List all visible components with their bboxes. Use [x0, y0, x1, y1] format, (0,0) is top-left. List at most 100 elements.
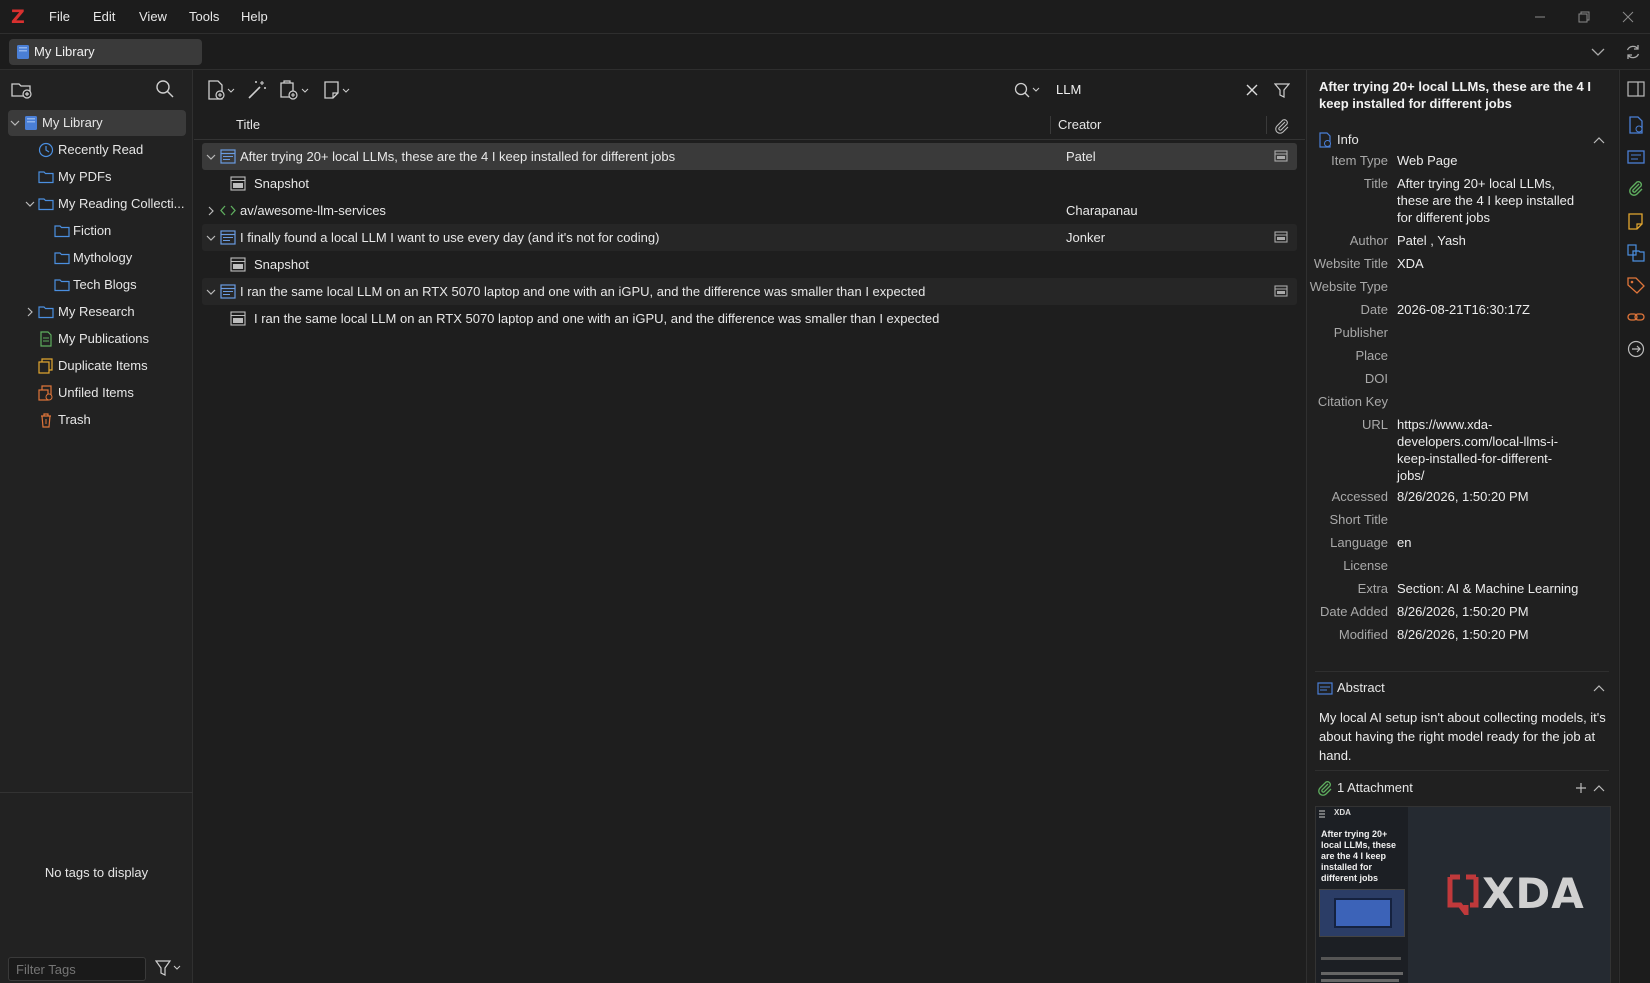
- collection-label: Trash: [58, 412, 91, 427]
- chevron-down-icon[interactable]: [206, 233, 216, 243]
- column-header: Title Creator: [194, 110, 1305, 140]
- chevron-down-icon[interactable]: [10, 118, 20, 128]
- table-row[interactable]: Snapshot: [202, 251, 1297, 278]
- close-window-icon[interactable]: [1618, 7, 1638, 27]
- table-row[interactable]: I ran the same local LLM on an RTX 5070 …: [202, 278, 1297, 305]
- field-extra[interactable]: Section: AI & Machine Learning: [1397, 580, 1597, 597]
- sync-icon[interactable]: [1624, 43, 1642, 61]
- collection-recently-read[interactable]: Recently Read: [0, 137, 186, 163]
- item-title: I ran the same local LLM on an RTX 5070 …: [240, 284, 926, 299]
- field-accessed[interactable]: 8/26/2026, 1:50:20 PM: [1397, 488, 1597, 505]
- clear-search-icon[interactable]: [1246, 84, 1258, 96]
- table-row[interactable]: I finally found a local LLM I want to us…: [202, 224, 1297, 251]
- new-note-icon[interactable]: [322, 79, 352, 101]
- field-date[interactable]: 2026-08-21T16:30:17Z: [1397, 301, 1597, 318]
- section-divider: [1315, 770, 1609, 771]
- add-icon[interactable]: [1575, 782, 1587, 794]
- snapshot-attachment-icon[interactable]: [1274, 230, 1288, 244]
- chevron-down-icon[interactable]: [25, 199, 35, 209]
- field-item-type[interactable]: Web Page: [1397, 152, 1597, 169]
- collection-tech-blogs[interactable]: Tech Blogs: [0, 272, 186, 298]
- add-attachment-icon[interactable]: [278, 79, 310, 101]
- magic-wand-icon[interactable]: [246, 79, 268, 101]
- field-url[interactable]: https://www.xda-developers.com/local-llm…: [1397, 416, 1567, 484]
- collection-unfiled-items[interactable]: Unfiled Items: [0, 380, 186, 406]
- toggle-pane-icon[interactable]: [1627, 80, 1645, 98]
- column-divider[interactable]: [1266, 116, 1267, 134]
- collection-my-pdfs[interactable]: My PDFs: [0, 164, 186, 190]
- snapshot-attachment-icon[interactable]: [1274, 284, 1288, 298]
- chevron-down-icon[interactable]: [206, 287, 216, 297]
- minimize-icon[interactable]: [1530, 7, 1550, 27]
- table-row[interactable]: av/awesome-llm-services Charapanau: [202, 197, 1297, 224]
- collection-fiction[interactable]: Fiction: [0, 218, 186, 244]
- info-nav-icon[interactable]: [1627, 116, 1645, 134]
- abstract-text[interactable]: My local AI setup isn't about collecting…: [1319, 708, 1609, 765]
- filter-icon[interactable]: [1274, 82, 1290, 98]
- table-row[interactable]: After trying 20+ local LLMs, these are t…: [202, 143, 1297, 170]
- field-title[interactable]: After trying 20+ local LLMs, these are t…: [1397, 175, 1577, 226]
- publications-icon: [38, 331, 54, 347]
- chevron-up-icon[interactable]: [1593, 683, 1605, 693]
- attachments-nav-icon[interactable]: [1627, 180, 1645, 198]
- chevron-up-icon[interactable]: [1593, 783, 1605, 793]
- collection-my-research[interactable]: My Research: [0, 299, 186, 325]
- attachments-section-header[interactable]: 1 Attachment: [1315, 776, 1607, 800]
- search-collections-icon[interactable]: [155, 79, 175, 99]
- collection-my-publications[interactable]: My Publications: [0, 326, 186, 352]
- notes-nav-icon[interactable]: [1627, 212, 1645, 230]
- preview-image: [1319, 889, 1405, 937]
- field-language[interactable]: en: [1397, 534, 1597, 551]
- filter-tags-input[interactable]: [8, 957, 146, 981]
- field-website-title[interactable]: XDA: [1397, 255, 1597, 272]
- libraries-collections-icon[interactable]: [1627, 244, 1645, 262]
- menu-help[interactable]: Help: [241, 0, 268, 34]
- menu-view[interactable]: View: [139, 0, 167, 34]
- restore-icon[interactable]: [1574, 7, 1594, 27]
- chevron-down-icon[interactable]: [206, 152, 216, 162]
- chevron-right-icon[interactable]: [206, 206, 216, 216]
- new-collection-icon[interactable]: [11, 80, 33, 100]
- info-fields: Item Type Web Page Title After trying 20…: [1307, 152, 1618, 712]
- search-icon[interactable]: [1014, 82, 1042, 98]
- item-title: I ran the same local LLM on an RTX 5070 …: [254, 311, 940, 326]
- collection-trash[interactable]: Trash: [0, 407, 186, 433]
- info-section-header[interactable]: Info: [1315, 128, 1607, 152]
- chevron-down-icon[interactable]: [1590, 44, 1606, 60]
- abstract-section-header[interactable]: Abstract: [1315, 676, 1607, 700]
- menu-tools[interactable]: Tools: [189, 0, 219, 34]
- field-label: Date Added: [1320, 604, 1388, 619]
- field-label: Language: [1330, 535, 1388, 550]
- attachment-preview[interactable]: XDA After trying 20+ local LLMs, these a…: [1315, 806, 1611, 983]
- abstract-label: Abstract: [1337, 680, 1385, 695]
- column-creator[interactable]: Creator: [1058, 110, 1101, 140]
- chevron-right-icon[interactable]: [25, 307, 35, 317]
- tag-filter-menu-icon[interactable]: [155, 959, 181, 977]
- paperclip-icon[interactable]: [1274, 118, 1290, 134]
- search-bar[interactable]: LLM: [1008, 76, 1268, 104]
- menu-file[interactable]: File: [49, 0, 70, 34]
- collection-mythology[interactable]: Mythology: [0, 245, 186, 271]
- locate-icon[interactable]: [1627, 340, 1645, 358]
- related-icon[interactable]: [1627, 308, 1645, 326]
- folder-icon: [54, 250, 70, 266]
- menu-edit[interactable]: Edit: [93, 0, 115, 34]
- column-title[interactable]: Title: [236, 110, 260, 140]
- tag-icon[interactable]: [1627, 276, 1645, 294]
- field-author[interactable]: Patel , Yash: [1397, 232, 1597, 249]
- table-row[interactable]: I ran the same local LLM on an RTX 5070 …: [202, 305, 1297, 332]
- column-divider[interactable]: [1050, 116, 1051, 134]
- abstract-nav-icon[interactable]: [1627, 148, 1645, 166]
- chevron-up-icon[interactable]: [1593, 135, 1605, 145]
- field-label: License: [1343, 558, 1388, 573]
- collection-duplicate-items[interactable]: Duplicate Items: [0, 353, 186, 379]
- search-input[interactable]: LLM: [1056, 76, 1081, 104]
- preview-text-line: [1321, 957, 1401, 960]
- collection-my-library[interactable]: My Library: [0, 110, 186, 136]
- trash-icon: [38, 412, 54, 428]
- table-row[interactable]: Snapshot: [202, 170, 1297, 197]
- tab-my-library[interactable]: My Library: [9, 39, 202, 65]
- collection-my-reading[interactable]: My Reading Collecti...: [0, 191, 186, 217]
- new-item-icon[interactable]: [206, 79, 236, 101]
- snapshot-attachment-icon[interactable]: [1274, 149, 1288, 163]
